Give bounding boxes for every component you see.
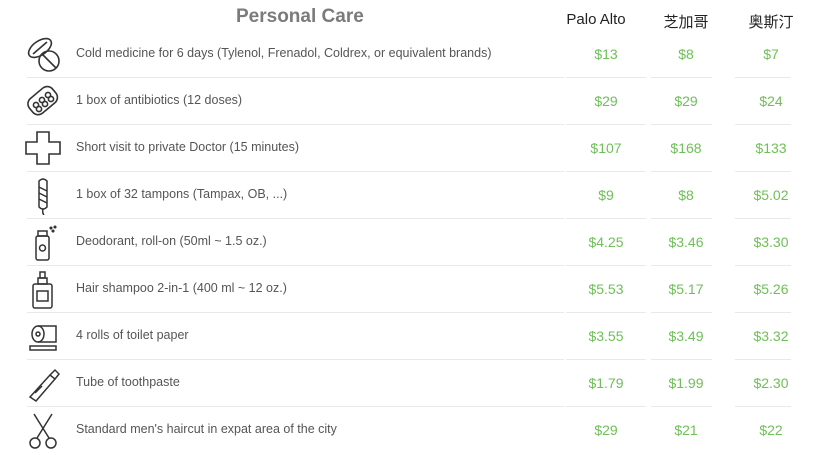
table-row: 4 rolls of toilet paper $3.55 $3.49 $3.32 xyxy=(0,313,817,360)
item-description: 1 box of antibiotics (12 doses) xyxy=(76,93,243,107)
page-title: Personal Care xyxy=(236,6,364,27)
price-cell: $29 xyxy=(674,93,698,109)
table-row: Short visit to private Doctor (15 minute… xyxy=(0,125,817,172)
table-row: Cold medicine for 6 days (Tylenol, Frena… xyxy=(0,31,817,78)
table-row: 1 box of antibiotics (12 doses) $29 $29 $24 xyxy=(0,78,817,125)
price-cell: $29 xyxy=(594,422,618,438)
item-description: Hair shampoo 2-in-1 (400 ml ~ 12 oz.) xyxy=(76,281,287,295)
price-cell: $133 xyxy=(755,140,787,156)
item-description: Short visit to private Doctor (15 minute… xyxy=(76,140,299,154)
price-cell: $13 xyxy=(594,46,618,62)
scissors-icon xyxy=(22,410,64,450)
item-description: 4 rolls of toilet paper xyxy=(76,328,189,342)
toilet-paper-icon xyxy=(22,316,64,356)
column-header-chicago: 芝加哥 xyxy=(663,14,709,31)
deodorant-icon xyxy=(22,222,64,262)
price-cell: $5.17 xyxy=(668,281,704,297)
column-header-palo-alto: Palo Alto xyxy=(566,11,626,28)
item-description: Deodorant, roll-on (50ml ~ 1.5 oz.) xyxy=(76,234,267,248)
table-row: Hair shampoo 2-in-1 (400 ml ~ 12 oz.) $5.… xyxy=(0,266,817,313)
price-cell: $29 xyxy=(594,93,618,109)
table-row: Deodorant, roll-on (50ml ~ 1.5 oz.) $4.25… xyxy=(0,219,817,266)
price-cell: $5.02 xyxy=(753,187,789,203)
item-description: Standard men's haircut in expat area of … xyxy=(76,422,337,436)
price-cell: $1.79 xyxy=(588,375,624,391)
price-cell: $5.53 xyxy=(588,281,624,297)
item-description: Cold medicine for 6 days (Tylenol, Frena… xyxy=(76,46,492,60)
price-cell: $4.25 xyxy=(588,234,624,250)
price-cell: $8 xyxy=(678,46,694,62)
price-cell: $3.46 xyxy=(668,234,704,250)
price-cell: $1.99 xyxy=(668,375,704,391)
price-cell: $8 xyxy=(678,187,694,203)
price-cell: $3.49 xyxy=(668,328,704,344)
price-cell: $5.26 xyxy=(753,281,789,297)
table-row: 1 box of 32 tampons (Tampax, OB, ...) $9 $… xyxy=(0,172,817,219)
table-row: Tube of toothpaste $1.79 $1.99 $2.30 xyxy=(0,360,817,407)
pills-icon xyxy=(22,34,64,74)
price-cell: $107 xyxy=(590,140,622,156)
price-cell: $3.30 xyxy=(753,234,789,250)
item-description: 1 box of 32 tampons (Tampax, OB, ...) xyxy=(76,187,288,201)
shampoo-bottle-icon xyxy=(22,269,64,309)
price-cell: $3.55 xyxy=(588,328,624,344)
price-cell: $22 xyxy=(759,422,783,438)
table-row: Standard men's haircut in expat area of … xyxy=(0,407,817,454)
price-cell: $2.30 xyxy=(753,375,789,391)
toothpaste-icon xyxy=(22,363,64,403)
price-cell: $168 xyxy=(670,140,702,156)
price-cell: $3.32 xyxy=(753,328,789,344)
price-cell: $9 xyxy=(598,187,614,203)
tampon-icon xyxy=(22,175,64,216)
item-description: Tube of toothpaste xyxy=(76,375,180,389)
price-cell: $24 xyxy=(759,93,783,109)
medical-cross-icon xyxy=(22,128,64,168)
price-cell: $21 xyxy=(674,422,698,438)
blister-pack-icon xyxy=(22,81,64,121)
column-header-austin: 奥斯汀 xyxy=(748,14,794,31)
price-cell: $7 xyxy=(763,46,779,62)
